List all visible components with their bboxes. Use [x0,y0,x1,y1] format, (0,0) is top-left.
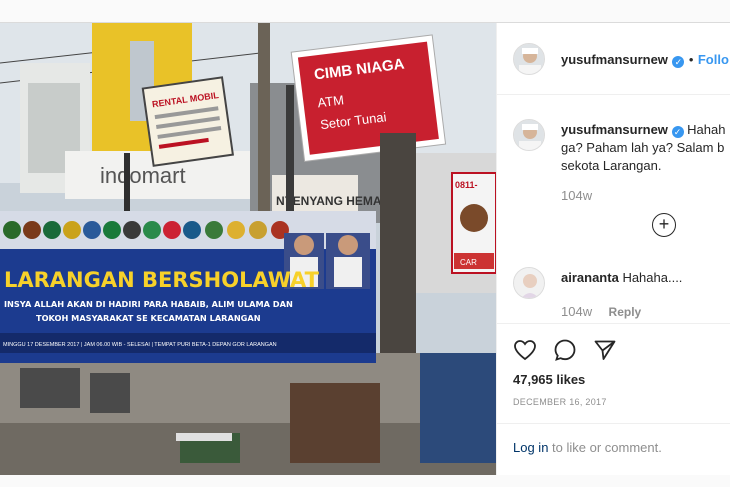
pole-sign: 0811- [455,180,478,190]
comment: airananta Hahaha.... [561,269,682,287]
cimb-line1: ATM [317,92,345,110]
caption-username[interactable]: yusufmansurnew [561,122,668,137]
pole-sign-bottom: CAR [460,258,477,267]
banner-footer: MINGGU 17 DESEMBER 2017 | JAM 06.00 WIB … [3,342,277,348]
reply-button[interactable]: Reply [609,305,642,319]
caption-line-1: Hahah [687,122,726,137]
street-scene: indomart RENTAL MOBIL NYENYANG HEMAT CIM… [0,23,496,475]
add-icon[interactable]: + [652,213,676,237]
verified-badge-icon: ✓ [672,56,685,68]
banner-line1: INSYA ALLAH AKAN DI HADIRI PARA HABAIB, … [4,299,293,309]
caption-line-2: ga? Paham lah ya? Salam b [561,140,725,155]
comment-age: 104w [561,304,593,319]
share-icon[interactable] [593,338,617,362]
comment-username[interactable]: airananta [561,270,619,285]
caption: yusufmansurnew ✓ Hahah ga? Paham lah ya?… [561,121,730,175]
comment-icon[interactable] [553,338,577,362]
post-actions: 47,965 likes DECEMBER 16, 2017 [497,323,730,423]
caption-avatar[interactable] [513,119,545,151]
author-avatar[interactable] [513,43,545,75]
banner-line2: TOKOH MASYARAKAT SE KECAMATAN LARANGAN [36,313,261,323]
heart-icon[interactable] [513,338,537,362]
login-prompt-text: to like or comment. [548,440,662,455]
post-frame: indomart RENTAL MOBIL NYENYANG HEMAT CIM… [0,22,730,475]
header-username[interactable]: yusufmansurnew [561,52,668,67]
comment-meta: 104w Reply [561,303,641,321]
post-side-panel: yusufmansurnew ✓ • Follo yusufmansurnew … [496,23,730,475]
banner-title: LARANGAN BERSHOLAWAT [4,268,320,292]
verified-badge-icon: ✓ [671,126,684,138]
login-link[interactable]: Log in [513,440,548,455]
caption-line-3: sekota Larangan. [561,158,662,173]
post-header: yusufmansurnew ✓ • Follo [497,23,730,95]
login-prompt: Log in to like or comment. [497,423,730,475]
post-date: DECEMBER 16, 2017 [513,397,607,407]
post-photo[interactable]: indomart RENTAL MOBIL NYENYANG HEMAT CIM… [0,23,496,475]
follow-button[interactable]: Follo [698,52,729,67]
header-author-row: yusufmansurnew ✓ • Follo [561,52,729,68]
likes-count[interactable]: 47,965 likes [513,372,585,387]
indomart-sign: indomart [100,163,186,188]
commenter-avatar[interactable] [513,267,545,299]
comment-text: Hahaha.... [622,270,683,285]
caption-age: 104w [561,188,593,203]
